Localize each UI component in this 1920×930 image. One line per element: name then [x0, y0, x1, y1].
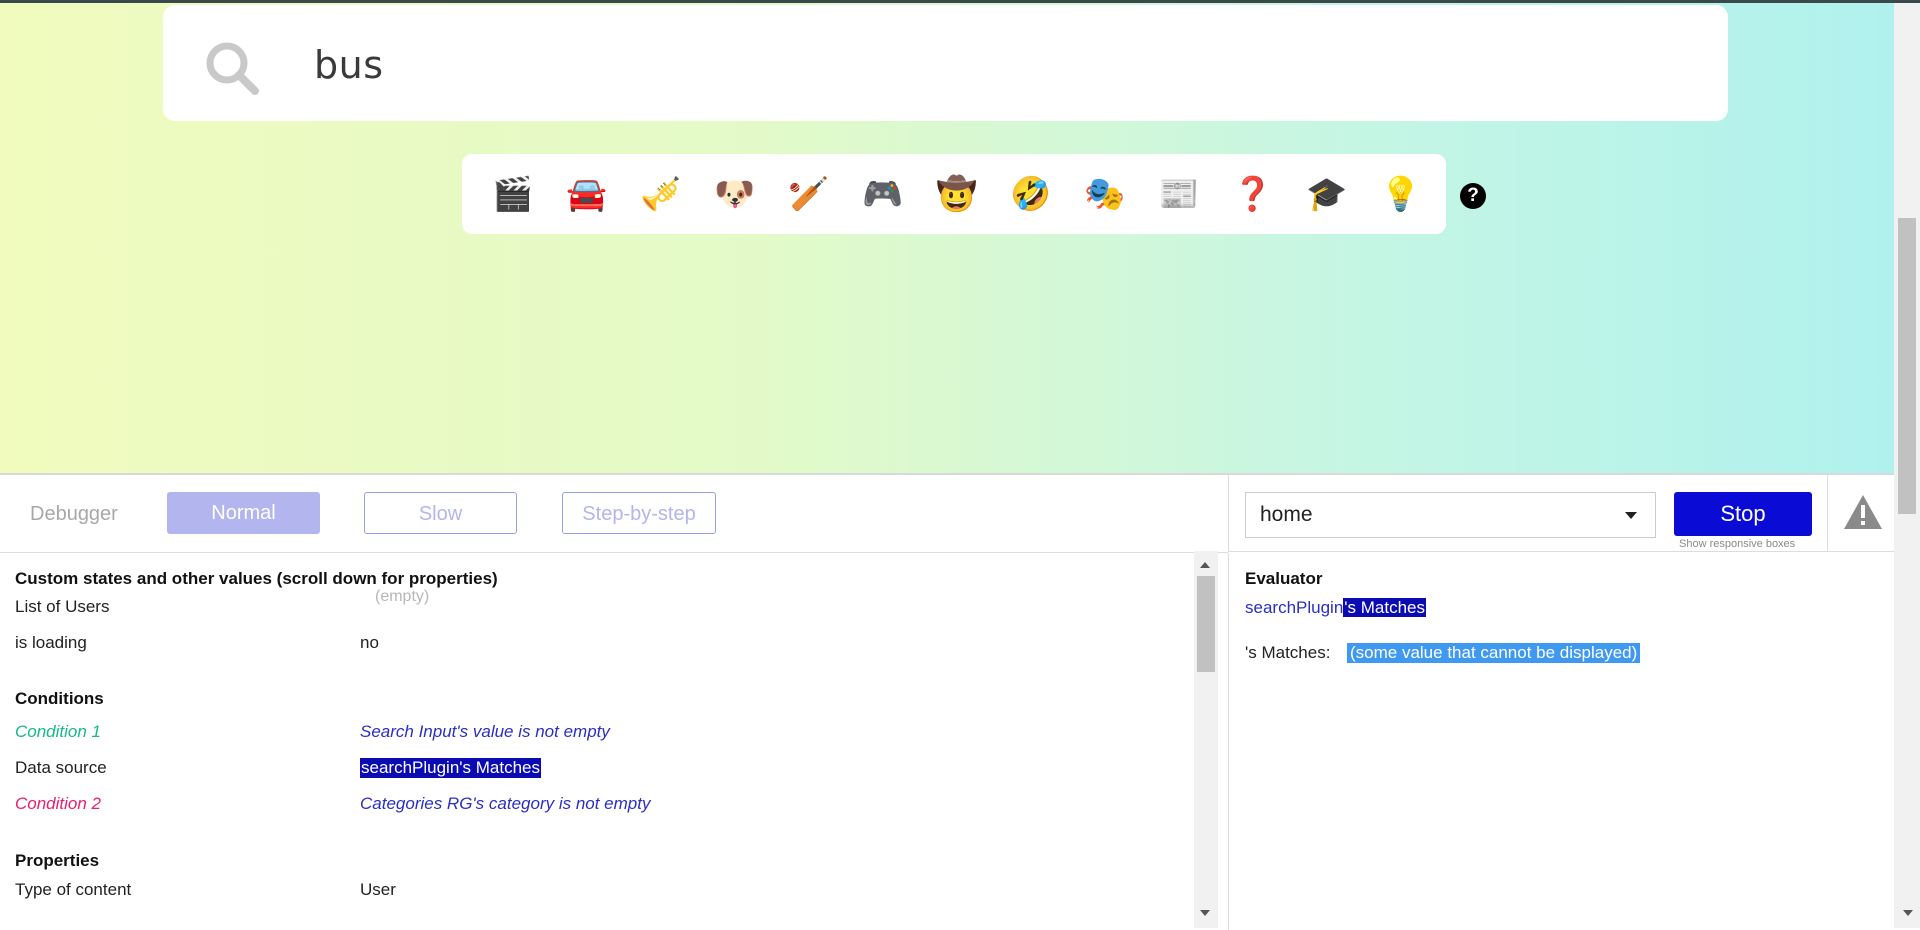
app-canvas: bus 🎬 🚘 🎺 🐶 🏏 🎮 🤠 🤣 🎭 📰 ❓ 🎓 💡 ?	[0, 3, 1894, 473]
debugger-toolbar: Debugger Normal Slow Step-by-step	[0, 475, 1228, 553]
debugger-panel: Debugger Normal Slow Step-by-step home S…	[0, 473, 1894, 930]
dog-face-icon[interactable]: 🐶	[714, 174, 755, 214]
toolbar-divider	[1827, 475, 1828, 552]
evaluator-title: Evaluator	[1245, 569, 1323, 588]
is-loading-label: is loading	[15, 633, 87, 652]
condition2-value[interactable]: Categories RG's category is not empty	[360, 794, 650, 814]
cricket-bat-icon[interactable]: 🏏	[788, 174, 829, 214]
warning-icon[interactable]	[1842, 493, 1884, 531]
data-source-label: Data source	[15, 758, 107, 777]
page-scrollbar-thumb[interactable]	[1898, 218, 1916, 514]
is-loading-value: no	[360, 633, 379, 652]
rofl-face-icon[interactable]: 🤣	[1010, 174, 1051, 214]
condition1-label: Condition 1	[15, 722, 102, 741]
evaluator-expression-field[interactable]: 's Matches	[1343, 598, 1426, 617]
debugger-title: Debugger	[30, 503, 118, 525]
inspector-panel: Custom states and other values (scroll d…	[0, 553, 1220, 930]
clapper-board-icon[interactable]: 🎬	[492, 174, 533, 214]
theater-masks-icon[interactable]: 🎭	[1084, 174, 1125, 214]
properties-header: Properties	[15, 851, 100, 870]
inspector-scroll-down-arrow[interactable]	[1200, 910, 1210, 916]
evaluator-panel: Evaluator searchPlugin's Matches 's Matc…	[1228, 553, 1894, 930]
evaluator-result-label: 's Matches:	[1245, 643, 1331, 662]
mode-step-button[interactable]: Step-by-step	[562, 492, 716, 534]
chevron-down-icon	[1625, 512, 1637, 519]
type-of-content-label: Type of content	[15, 880, 132, 899]
conditions-header: Conditions	[15, 689, 104, 708]
cowboy-face-icon[interactable]: 🤠	[936, 174, 977, 214]
search-icon	[206, 42, 259, 95]
inspector-scroll-up-arrow[interactable]	[1200, 562, 1210, 568]
light-bulb-icon[interactable]: 💡	[1380, 174, 1421, 214]
trumpet-icon[interactable]: 🎺	[640, 174, 681, 214]
condition2-label: Condition 2	[15, 794, 102, 813]
newspaper-icon[interactable]: 📰	[1158, 174, 1199, 214]
evaluator-scroll-down-arrow[interactable]	[1903, 910, 1913, 916]
list-of-users-value: (empty)	[375, 588, 430, 605]
type-of-content-value: User	[360, 880, 396, 899]
inspector-scrollbar-thumb[interactable]	[1197, 576, 1215, 672]
page-select-value: home	[1260, 503, 1313, 526]
car-icon[interactable]: 🚘	[566, 174, 607, 214]
page-select[interactable]: home	[1245, 492, 1656, 538]
help-icon[interactable]: ?	[1460, 183, 1486, 209]
debugger-right-toolbar: home Stop Show responsive boxes	[1228, 475, 1894, 552]
mode-slow-button[interactable]: Slow	[364, 492, 517, 534]
evaluator-expression[interactable]: searchPlugin's Matches	[1245, 598, 1426, 618]
show-responsive-boxes-link[interactable]: Show responsive boxes	[1679, 538, 1795, 550]
mode-normal-button[interactable]: Normal	[167, 492, 320, 534]
evaluator-expression-plugin[interactable]: searchPlugin	[1245, 598, 1343, 617]
question-mark-icon[interactable]: ❓	[1232, 174, 1273, 214]
list-of-users-label: List of Users	[15, 597, 110, 616]
custom-states-header: Custom states and other values (scroll d…	[15, 569, 498, 588]
condition1-value[interactable]: Search Input's value is not empty	[360, 722, 610, 742]
data-source-value[interactable]: searchPlugin's Matches	[360, 758, 541, 778]
game-controller-icon[interactable]: 🎮	[862, 174, 903, 214]
evaluator-result-value: (some value that cannot be displayed)	[1347, 643, 1641, 663]
stop-button[interactable]: Stop	[1674, 492, 1812, 536]
search-input[interactable]: bus	[314, 43, 384, 87]
category-bar: 🎬 🚘 🎺 🐶 🏏 🎮 🤠 🤣 🎭 📰 ❓ 🎓 💡	[462, 154, 1446, 234]
search-box[interactable]: bus	[163, 5, 1728, 121]
graduation-cap-icon[interactable]: 🎓	[1306, 174, 1347, 214]
